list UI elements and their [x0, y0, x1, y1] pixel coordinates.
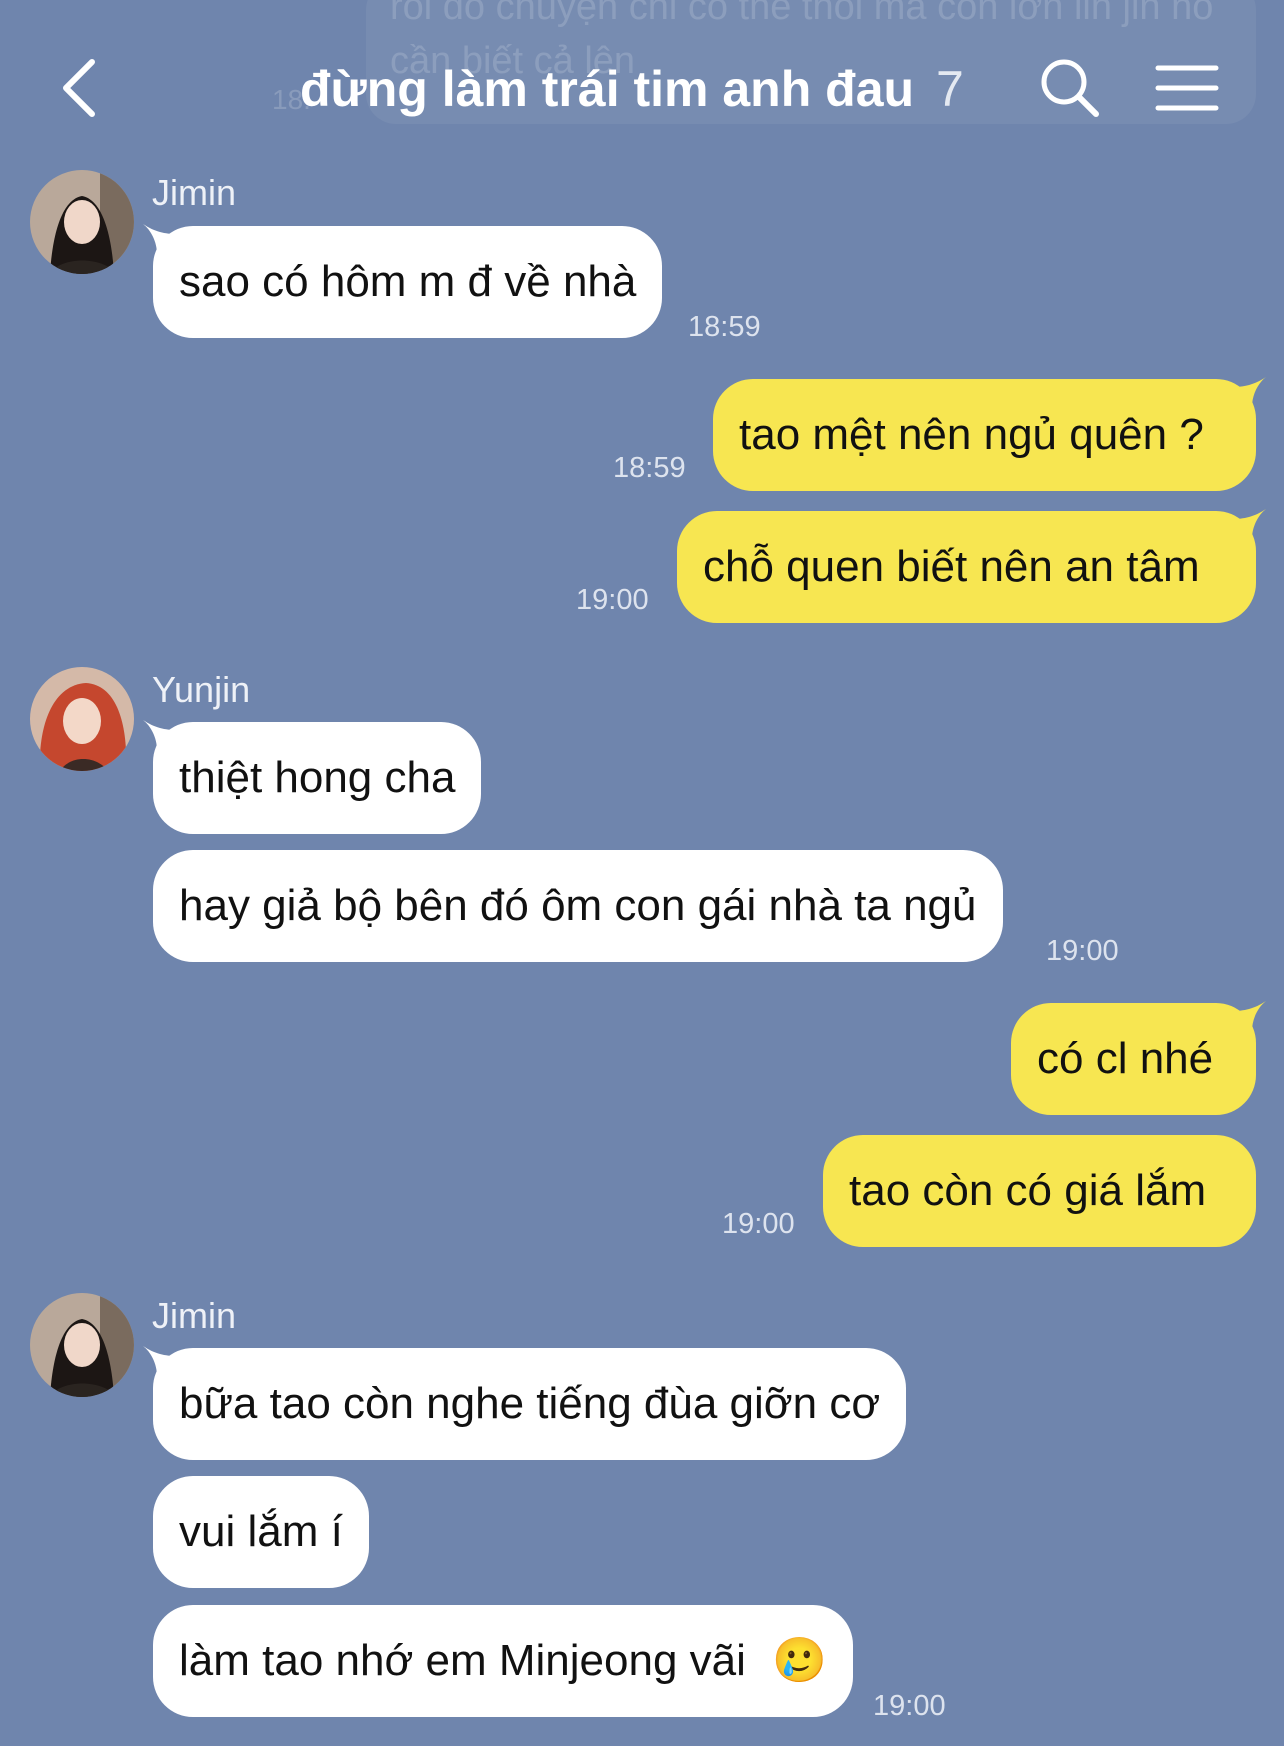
incoming-message[interactable]: sao có hôm m đ về nhà [143, 224, 663, 338]
chevron-left-icon [63, 59, 95, 117]
incoming-message[interactable]: làm tao nhớ em Minjeong vãi 🥲 [153, 1605, 853, 1717]
message-text: làm tao nhớ em Minjeong vãi [179, 1636, 746, 1685]
incoming-message[interactable]: vui lắm í [153, 1476, 369, 1588]
message-text: chỗ quen biết nên an tâm [703, 542, 1200, 591]
avatar-image [30, 667, 134, 771]
avatar-yunjin[interactable] [30, 667, 134, 771]
message-time: 19:00 [1046, 935, 1119, 967]
sender-name: Jimin [152, 1295, 237, 1336]
outgoing-message[interactable]: chỗ quen biết nên an tâm [677, 509, 1266, 623]
message-time: 18:59 [613, 452, 686, 484]
message-text: vui lắm í [179, 1507, 343, 1556]
outgoing-message[interactable]: tao còn có giá lắm [823, 1135, 1256, 1247]
message-time: 19:00 [873, 1690, 946, 1722]
sender-name: Jimin [152, 172, 237, 213]
incoming-message[interactable]: thiệt hong cha [143, 720, 482, 834]
menu-button[interactable] [1154, 60, 1220, 116]
sender-name: Yunjin [152, 669, 251, 710]
avatar-image [30, 170, 134, 274]
search-icon [1041, 59, 1099, 117]
chat-title: đừng làm trái tim anh đau [300, 61, 915, 117]
message-text: có cl nhé [1037, 1034, 1214, 1083]
message-text: tao mệt nên ngủ quên ? [739, 410, 1204, 459]
message-text: tao còn có giá lắm [849, 1166, 1207, 1215]
search-button[interactable] [1036, 54, 1102, 120]
message-time: 19:00 [576, 584, 649, 616]
chat-header: rồi đó chuyện chỉ có thể thôi mà con lớn… [0, 0, 1284, 160]
message-text: hay giả bộ bên đó ôm con gái nhà ta ngủ [179, 881, 977, 930]
incoming-message[interactable]: hay giả bộ bên đó ôm con gái nhà ta ngủ [153, 850, 1003, 962]
outgoing-message[interactable]: có cl nhé [1011, 1001, 1266, 1115]
hamburger-menu-icon [1155, 65, 1219, 111]
back-button[interactable] [56, 56, 106, 120]
crying-smile-emoji: 🥲 [772, 1635, 827, 1686]
avatar-image [30, 1293, 134, 1397]
avatar-jimin[interactable] [30, 1293, 134, 1397]
outgoing-message[interactable]: tao mệt nên ngủ quên ? [713, 377, 1266, 491]
message-time: 18:59 [688, 311, 761, 343]
message-text: bữa tao còn nghe tiếng đùa giỡn cơ [179, 1379, 881, 1428]
member-count: 7 [936, 61, 964, 117]
message-text: thiệt hong cha [179, 753, 456, 802]
chat-title-group[interactable]: đừng làm trái tim anh đau 7 [300, 54, 964, 124]
message-text: sao có hôm m đ về nhà [179, 257, 637, 306]
avatar-jimin[interactable] [30, 170, 134, 274]
message-time: 19:00 [722, 1208, 795, 1240]
incoming-message[interactable]: bữa tao còn nghe tiếng đùa giỡn cơ [143, 1346, 907, 1460]
